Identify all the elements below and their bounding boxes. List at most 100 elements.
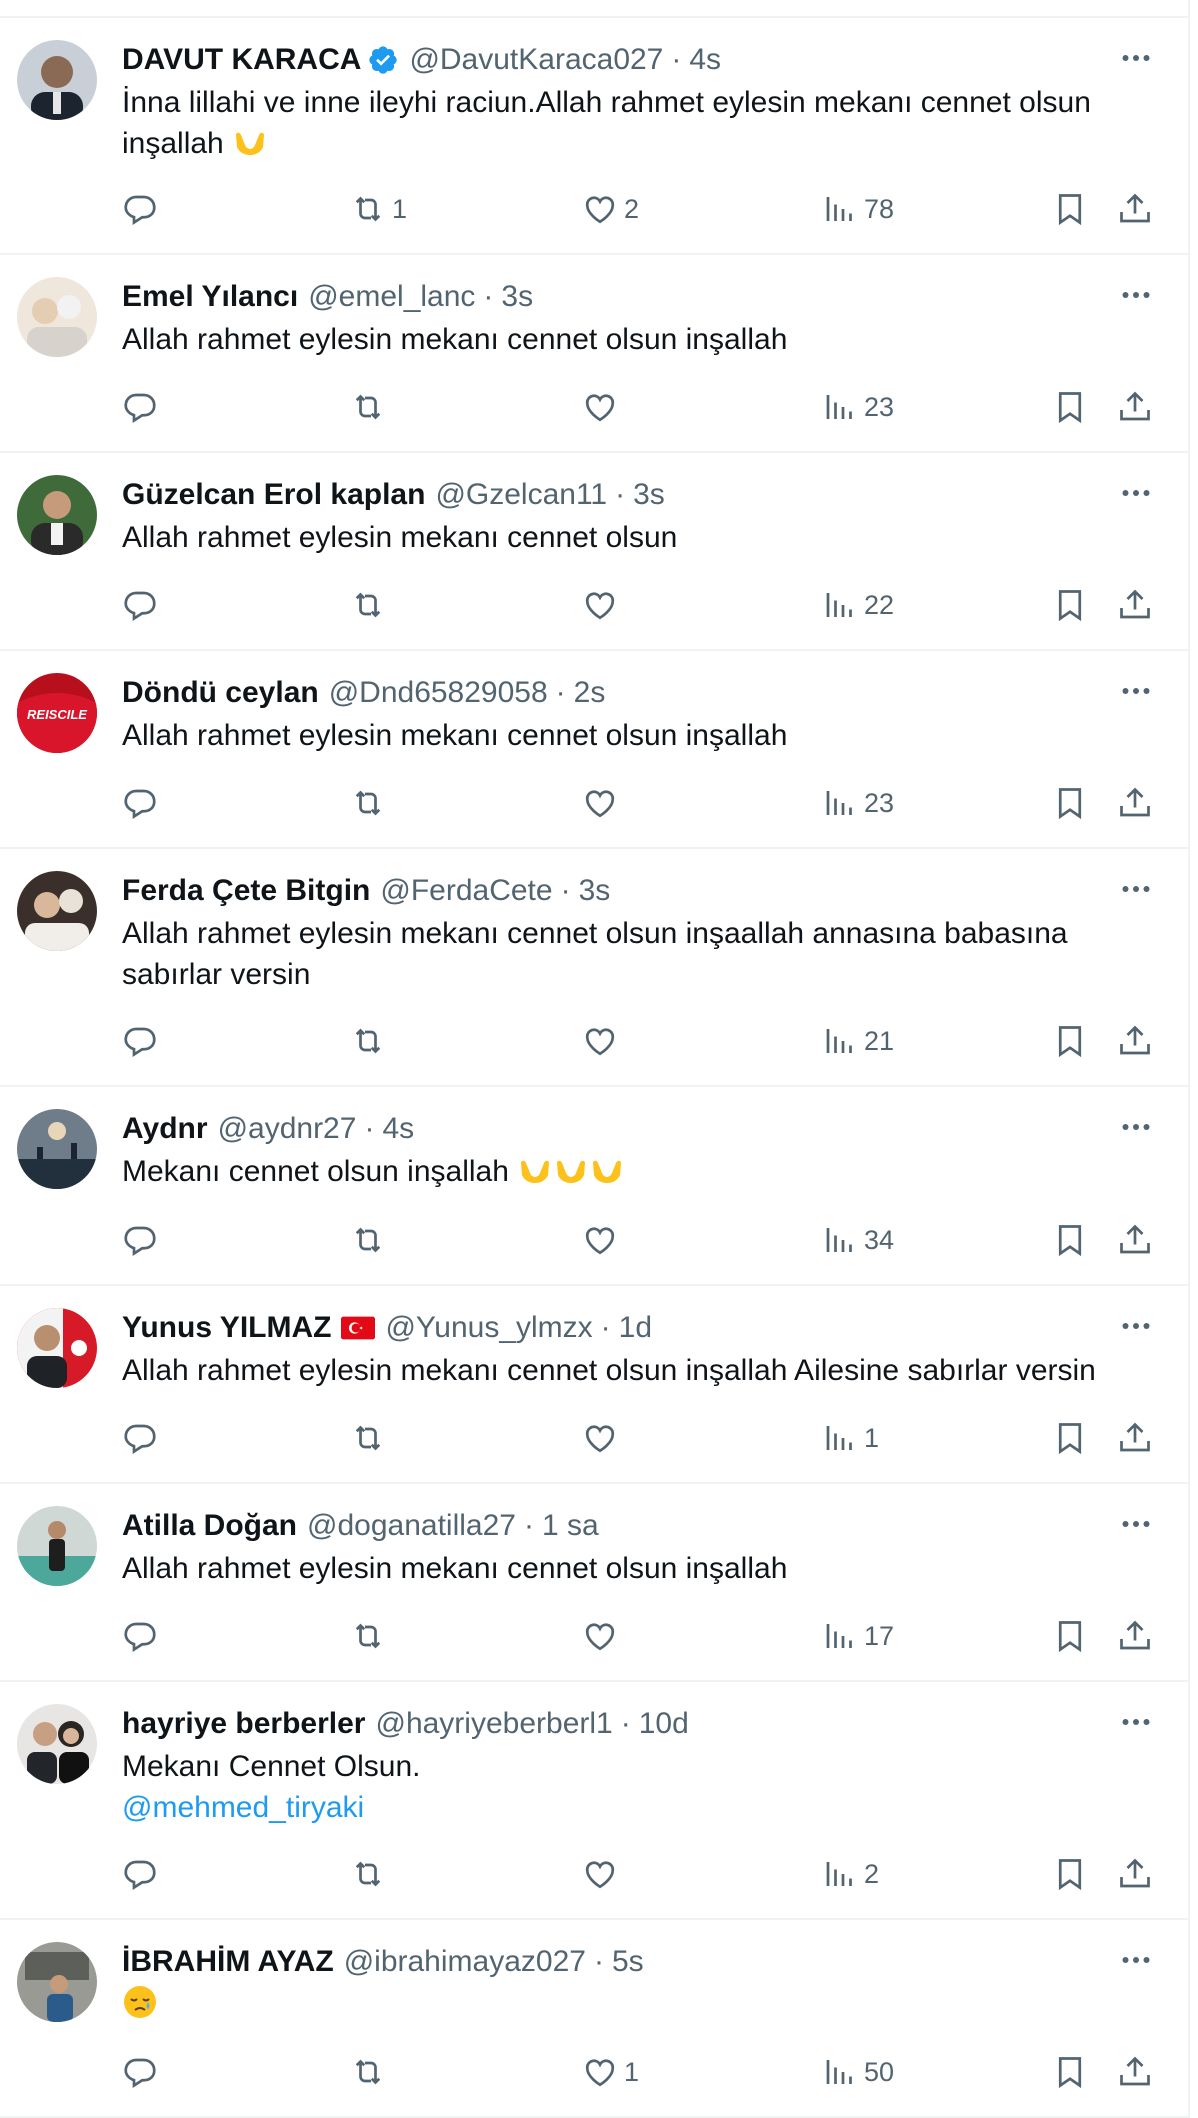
avatar[interactable] (17, 475, 97, 555)
author-name[interactable]: Güzelcan Erol kaplan (122, 478, 425, 512)
views-button[interactable]: 50 (822, 2050, 894, 2094)
author-name[interactable]: Ferda Çete Bitgin (122, 874, 370, 908)
author-handle[interactable]: @doganatilla27 (307, 1509, 516, 1543)
retweet-button[interactable]: 1 (350, 187, 407, 231)
reply-tweet[interactable]: hayriye berberler @hayriyeberberl1 · 10d… (0, 1682, 1188, 1920)
retweet-button[interactable] (350, 1416, 392, 1460)
timestamp[interactable]: 1d (619, 1311, 652, 1345)
more-options-icon[interactable] (1116, 869, 1156, 909)
retweet-button[interactable] (350, 385, 392, 429)
like-button[interactable] (582, 385, 624, 429)
bookmark-button[interactable] (1052, 385, 1088, 429)
share-button[interactable] (1117, 1614, 1153, 1658)
reply-button[interactable] (122, 1614, 164, 1658)
more-options-icon[interactable] (1116, 275, 1156, 315)
reply-tweet[interactable]: İBRAHİM AYAZ @ibrahimayaz027 · 5s 1 50 (0, 1920, 1188, 2118)
author-name[interactable]: Atilla Doğan (122, 1509, 297, 1543)
avatar[interactable] (17, 1942, 97, 2022)
reply-button[interactable] (122, 187, 164, 231)
more-options-icon[interactable] (1116, 1702, 1156, 1742)
timestamp[interactable]: 4s (689, 43, 721, 77)
bookmark-button[interactable] (1052, 2050, 1088, 2094)
avatar[interactable] (17, 277, 97, 357)
author-name[interactable]: Döndü ceylan (122, 676, 319, 710)
bookmark-button[interactable] (1052, 1852, 1088, 1896)
timestamp[interactable]: 10d (639, 1707, 689, 1741)
like-button[interactable] (582, 1852, 624, 1896)
reply-tweet[interactable]: Emel Yılancı @emel_lanc · 3s Allah rahme… (0, 255, 1188, 453)
retweet-button[interactable] (350, 583, 392, 627)
like-button[interactable] (582, 781, 624, 825)
author-handle[interactable]: @Yunus_ylmzx (385, 1311, 592, 1345)
reply-tweet[interactable]: DAVUT KARACA @DavutKaraca027 · 4s İnna l… (0, 18, 1188, 255)
author-handle[interactable]: @hayriyeberberl1 (375, 1707, 612, 1741)
author-handle[interactable]: @emel_lanc (308, 280, 475, 314)
mention-link[interactable]: @mehmed_tiryaki (122, 1787, 1148, 1828)
like-button[interactable] (582, 1614, 624, 1658)
views-button[interactable]: 34 (822, 1218, 894, 1262)
author-name[interactable]: hayriye berberler (122, 1707, 365, 1741)
reply-button[interactable] (122, 385, 164, 429)
reply-button[interactable] (122, 1019, 164, 1063)
bookmark-button[interactable] (1052, 1614, 1088, 1658)
more-options-icon[interactable] (1116, 1306, 1156, 1346)
reply-button[interactable] (122, 1218, 164, 1262)
like-button[interactable]: 2 (582, 187, 639, 231)
like-button[interactable] (582, 583, 624, 627)
views-button[interactable]: 23 (822, 385, 894, 429)
timestamp[interactable]: 5s (612, 1945, 644, 1979)
more-options-icon[interactable] (1116, 1940, 1156, 1980)
share-button[interactable] (1117, 385, 1153, 429)
timestamp[interactable]: 3s (501, 280, 533, 314)
avatar[interactable] (17, 1109, 97, 1189)
bookmark-button[interactable] (1052, 1416, 1088, 1460)
more-options-icon[interactable] (1116, 1107, 1156, 1147)
timestamp[interactable]: 3s (633, 478, 665, 512)
avatar[interactable] (17, 871, 97, 951)
like-button[interactable]: 1 (582, 2050, 639, 2094)
bookmark-button[interactable] (1052, 1019, 1088, 1063)
more-options-icon[interactable] (1116, 671, 1156, 711)
views-button[interactable]: 17 (822, 1614, 894, 1658)
share-button[interactable] (1117, 2050, 1153, 2094)
reply-button[interactable] (122, 2050, 164, 2094)
avatar[interactable] (17, 1506, 97, 1586)
share-button[interactable] (1117, 1852, 1153, 1896)
share-button[interactable] (1117, 583, 1153, 627)
author-handle[interactable]: @ibrahimayaz027 (344, 1945, 586, 1979)
author-name[interactable]: Emel Yılancı (122, 280, 298, 314)
author-handle[interactable]: @FerdaCete (380, 874, 552, 908)
reply-button[interactable] (122, 781, 164, 825)
views-button[interactable]: 1 (822, 1416, 879, 1460)
author-name[interactable]: Yunus YILMAZ (122, 1311, 331, 1345)
bookmark-button[interactable] (1052, 583, 1088, 627)
like-button[interactable] (582, 1218, 624, 1262)
reply-button[interactable] (122, 1416, 164, 1460)
author-handle[interactable]: @Gzelcan11 (435, 478, 607, 512)
author-name[interactable]: DAVUT KARACA (122, 43, 361, 77)
more-options-icon[interactable] (1116, 1504, 1156, 1544)
reply-tweet[interactable]: Aydnr @aydnr27 · 4s Mekanı cennet olsun … (0, 1087, 1188, 1286)
like-button[interactable] (582, 1416, 624, 1460)
timestamp[interactable]: 2s (574, 676, 606, 710)
retweet-button[interactable] (350, 1218, 392, 1262)
reply-button[interactable] (122, 1852, 164, 1896)
more-options-icon[interactable] (1116, 473, 1156, 513)
share-button[interactable] (1117, 1019, 1153, 1063)
retweet-button[interactable] (350, 1852, 392, 1896)
share-button[interactable] (1117, 1218, 1153, 1262)
bookmark-button[interactable] (1052, 1218, 1088, 1262)
reply-tweet[interactable]: Yunus YILMAZ @Yunus_ylmzx · 1d Allah rah… (0, 1286, 1188, 1484)
views-button[interactable]: 23 (822, 781, 894, 825)
retweet-button[interactable] (350, 2050, 392, 2094)
retweet-button[interactable] (350, 1019, 392, 1063)
author-handle[interactable]: @DavutKaraca027 (409, 43, 663, 77)
timestamp[interactable]: 4s (382, 1112, 414, 1146)
avatar[interactable] (17, 1308, 97, 1388)
bookmark-button[interactable] (1052, 781, 1088, 825)
retweet-button[interactable] (350, 781, 392, 825)
author-handle[interactable]: @aydnr27 (218, 1112, 357, 1146)
retweet-button[interactable] (350, 1614, 392, 1658)
share-button[interactable] (1117, 781, 1153, 825)
avatar[interactable]: REISCILE (17, 673, 97, 753)
